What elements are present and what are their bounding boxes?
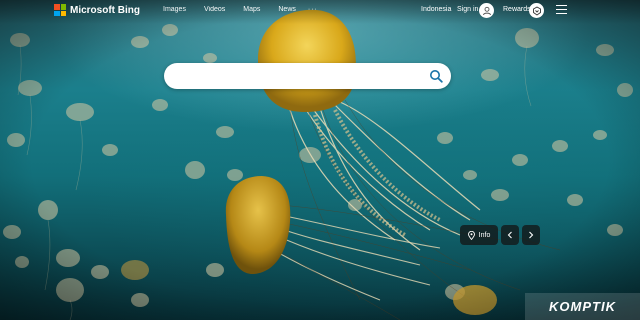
jellyfish-background-image (0, 0, 640, 320)
search-box[interactable] (164, 63, 451, 89)
search-icon[interactable] (429, 69, 443, 83)
nav-news[interactable]: News (278, 6, 296, 13)
chevron-left-icon (507, 231, 512, 239)
info-label: Info (478, 231, 491, 239)
main-nav: Images Videos Maps News ··· (163, 6, 336, 13)
nav-maps[interactable]: Maps (243, 6, 260, 13)
previous-image-button[interactable] (501, 225, 519, 245)
location-pin-icon (467, 230, 475, 240)
watermark-logo: KOMPTIK (525, 293, 640, 320)
rewards-icon[interactable] (529, 3, 544, 18)
image-info-button[interactable]: Info (460, 225, 498, 245)
next-image-button[interactable] (522, 225, 540, 245)
user-icon[interactable] (479, 3, 494, 18)
bing-logo[interactable]: Microsoft Bing (54, 4, 140, 16)
microsoft-logo-icon (54, 4, 66, 16)
nav-images[interactable]: Images (163, 6, 186, 13)
nav-videos[interactable]: Videos (204, 6, 225, 13)
top-navigation-bar: Microsoft Bing Images Videos Maps News ·… (0, 0, 640, 24)
watermark-text: KOMPTIK (549, 299, 616, 314)
language-link[interactable]: Indonesia (421, 6, 451, 13)
rewards-link[interactable]: Rewards (503, 6, 531, 13)
brand-name: Microsoft Bing (70, 4, 140, 16)
menu-icon[interactable] (556, 5, 567, 14)
bing-homepage: Microsoft Bing Images Videos Maps News ·… (0, 0, 640, 320)
chevron-right-icon (529, 231, 534, 239)
search-input[interactable] (176, 68, 430, 86)
more-nav-button[interactable]: ··· (308, 6, 318, 13)
sign-in-link[interactable]: Sign in (457, 6, 478, 13)
